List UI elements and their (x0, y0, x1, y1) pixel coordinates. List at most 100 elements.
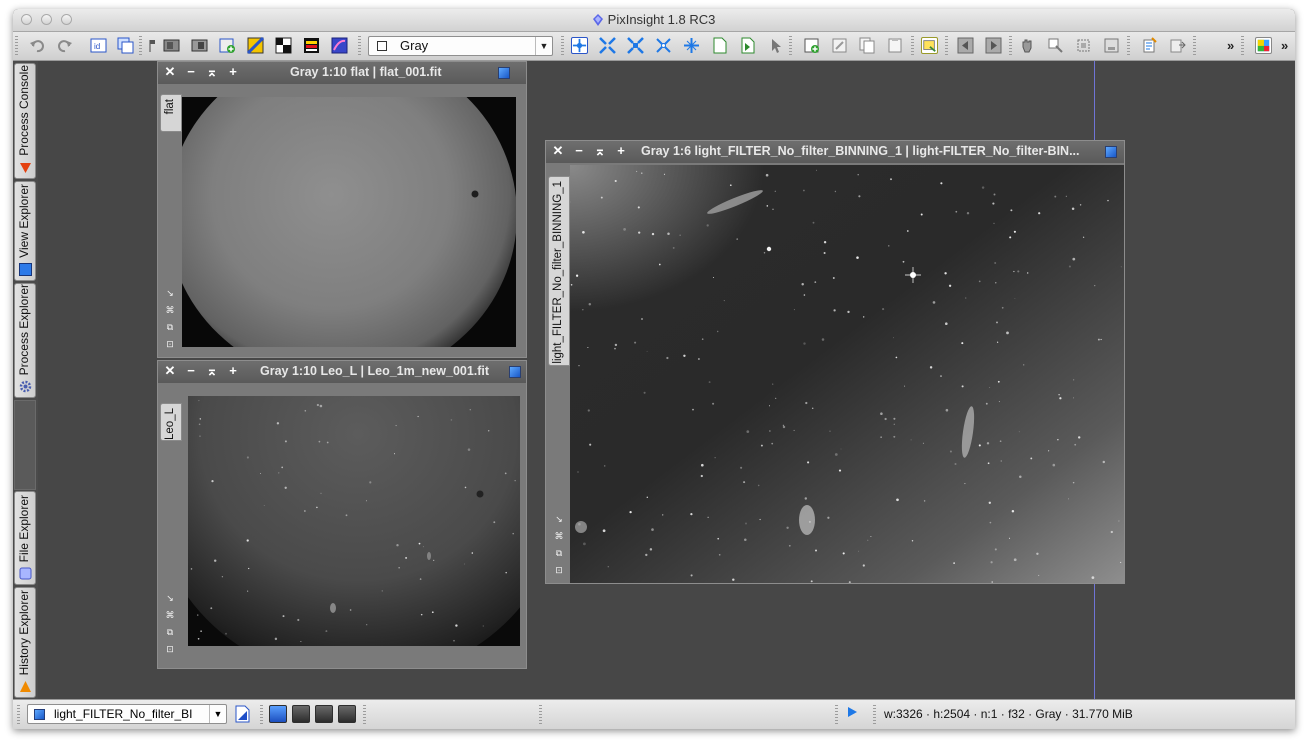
window-title-bar[interactable]: ✕ − ⌅ + Gray 1:10 flat | flat_001.fit (158, 62, 526, 84)
maximize-icon[interactable]: + (227, 65, 239, 79)
view-tab-leo[interactable]: Leo_L (160, 403, 182, 441)
view-identifier-icon[interactable] (509, 366, 521, 378)
image-canvas-flat[interactable] (182, 97, 516, 347)
edit-preview-icon[interactable] (831, 37, 848, 54)
zoom-one-to-one-icon[interactable] (683, 37, 700, 54)
previous-view-icon[interactable] (957, 37, 974, 54)
zoom-window-button[interactable] (61, 14, 72, 25)
mask-invert-icon[interactable] (191, 37, 208, 54)
dock-tab-process-console[interactable]: Process Console (14, 63, 36, 179)
copy-icon[interactable] (859, 37, 876, 54)
image-canvas-leo[interactable] (188, 396, 520, 646)
view-tab-light[interactable]: light_FILTER_No_filter_BINNING_1 (548, 176, 570, 366)
new-image-icon[interactable] (711, 37, 728, 54)
close-window-button[interactable] (21, 14, 32, 25)
toolbar-grip[interactable] (15, 36, 18, 56)
star (471, 552, 474, 554)
minimize-icon[interactable]: − (185, 364, 197, 378)
color-manager-icon[interactable] (1255, 37, 1272, 54)
maximize-icon[interactable]: + (227, 364, 239, 378)
preview-mode-4-button[interactable] (338, 705, 356, 723)
shade-icon[interactable]: ⌅ (594, 144, 606, 158)
chevron-down-icon[interactable]: ▼ (209, 705, 226, 723)
channels-icon[interactable] (303, 37, 320, 54)
image-window-leo[interactable]: ✕ − ⌅ + Gray 1:10 Leo_L | Leo_1m_new_001… (157, 360, 527, 669)
script-editor-icon[interactable] (1141, 37, 1158, 54)
view-identifier-icon[interactable] (1105, 146, 1117, 158)
zoom-preview-icon[interactable] (1047, 37, 1064, 54)
dock-tab-file-explorer[interactable]: File Explorer (14, 491, 36, 585)
next-view-icon[interactable] (985, 37, 1002, 54)
info-icon[interactable]: ⊡ (165, 644, 175, 654)
new-preview-plus-icon[interactable] (803, 37, 820, 54)
copy-view-icon[interactable]: ⧉ (165, 322, 175, 332)
close-icon[interactable]: ✕ (164, 364, 176, 378)
new-preview-icon[interactable] (219, 37, 236, 54)
star (1009, 236, 1012, 239)
redo-icon[interactable] (56, 37, 73, 54)
toolbar-overflow-button[interactable]: » (1227, 38, 1234, 53)
window-title-bar[interactable]: ✕ − ⌅ + Gray 1:10 Leo_L | Leo_1m_new_001… (158, 361, 526, 383)
resize-arrow-icon[interactable]: ↘ (165, 593, 175, 603)
center-icon[interactable]: ⌘ (165, 610, 175, 620)
preview-mode-1-button[interactable] (269, 705, 287, 723)
close-icon[interactable]: ✕ (164, 65, 176, 79)
histogram-icon[interactable] (275, 37, 292, 54)
maximize-icon[interactable]: + (615, 144, 627, 158)
info-icon[interactable]: ⊡ (165, 339, 175, 349)
view-mode-combo[interactable]: Gray ▼ (368, 36, 553, 56)
image-container-icon[interactable] (1103, 37, 1120, 54)
dock-empty-slot (14, 400, 36, 490)
resize-arrow-icon[interactable]: ↘ (165, 288, 175, 298)
minimize-icon[interactable]: − (185, 65, 197, 79)
image-window-flat[interactable]: ✕ − ⌅ + Gray 1:10 flat | flat_001.fit fl… (157, 61, 527, 358)
shade-icon[interactable]: ⌅ (206, 364, 218, 378)
play-icon[interactable] (848, 707, 857, 717)
pointer-icon[interactable] (767, 37, 784, 54)
view-tab-flat[interactable]: flat (160, 94, 182, 132)
star (662, 514, 664, 516)
center-icon[interactable]: ⌘ (165, 305, 175, 315)
zoom-in-icon[interactable] (599, 37, 616, 54)
stf-icon[interactable] (247, 37, 264, 54)
fit-view-icon[interactable] (655, 37, 672, 54)
shade-icon[interactable]: ⌅ (206, 65, 218, 79)
open-image-icon[interactable] (739, 37, 756, 54)
crop-icon[interactable] (1075, 37, 1092, 54)
copy-view-icon[interactable]: ⧉ (554, 548, 564, 558)
toolbar-overflow-button-2[interactable]: » (1281, 38, 1288, 53)
run-script-icon[interactable] (1169, 37, 1186, 54)
identifier-icon[interactable]: id (90, 37, 107, 54)
current-view-selector[interactable]: light_FILTER_No_filter_BI ▼ (27, 704, 227, 724)
dock-tab-view-explorer[interactable]: View Explorer (14, 181, 36, 281)
dock-tab-history-explorer[interactable]: History Explorer (14, 587, 36, 698)
undo-icon[interactable] (29, 37, 46, 54)
minimize-window-button[interactable] (41, 14, 52, 25)
mask-show-icon[interactable] (163, 37, 180, 54)
resize-arrow-icon[interactable]: ↘ (554, 514, 564, 524)
close-icon[interactable]: ✕ (552, 144, 564, 158)
star (920, 213, 923, 216)
image-window-light[interactable]: ✕ − ⌅ + Gray 1:6 light_FILTER_No_filter_… (545, 140, 1125, 584)
clone-view-icon[interactable] (117, 37, 134, 54)
star (700, 463, 704, 467)
copy-view-icon[interactable]: ⧉ (165, 627, 175, 637)
pan-hand-icon[interactable] (1019, 37, 1036, 54)
navigation-mode-icon[interactable] (571, 37, 588, 54)
info-icon[interactable]: ⊡ (554, 565, 564, 575)
flag-icon[interactable] (146, 37, 163, 54)
screen-transfer-icon[interactable] (331, 37, 348, 54)
image-canvas-light[interactable] (570, 165, 1124, 583)
view-identifier-icon[interactable] (498, 67, 510, 79)
paste-icon[interactable] (887, 37, 904, 54)
zoom-out-icon[interactable] (627, 37, 644, 54)
preview-mode-3-button[interactable] (315, 705, 333, 723)
dock-tab-process-explorer[interactable]: Process Explorer (14, 283, 36, 398)
readout-icon[interactable] (921, 37, 938, 54)
new-document-icon[interactable] (234, 705, 251, 723)
minimize-icon[interactable]: − (573, 144, 585, 158)
preview-mode-2-button[interactable] (292, 705, 310, 723)
window-title-bar[interactable]: ✕ − ⌅ + Gray 1:6 light_FILTER_No_filter_… (546, 141, 1124, 163)
center-icon[interactable]: ⌘ (554, 531, 564, 541)
chevron-down-icon[interactable]: ▼ (535, 37, 552, 55)
